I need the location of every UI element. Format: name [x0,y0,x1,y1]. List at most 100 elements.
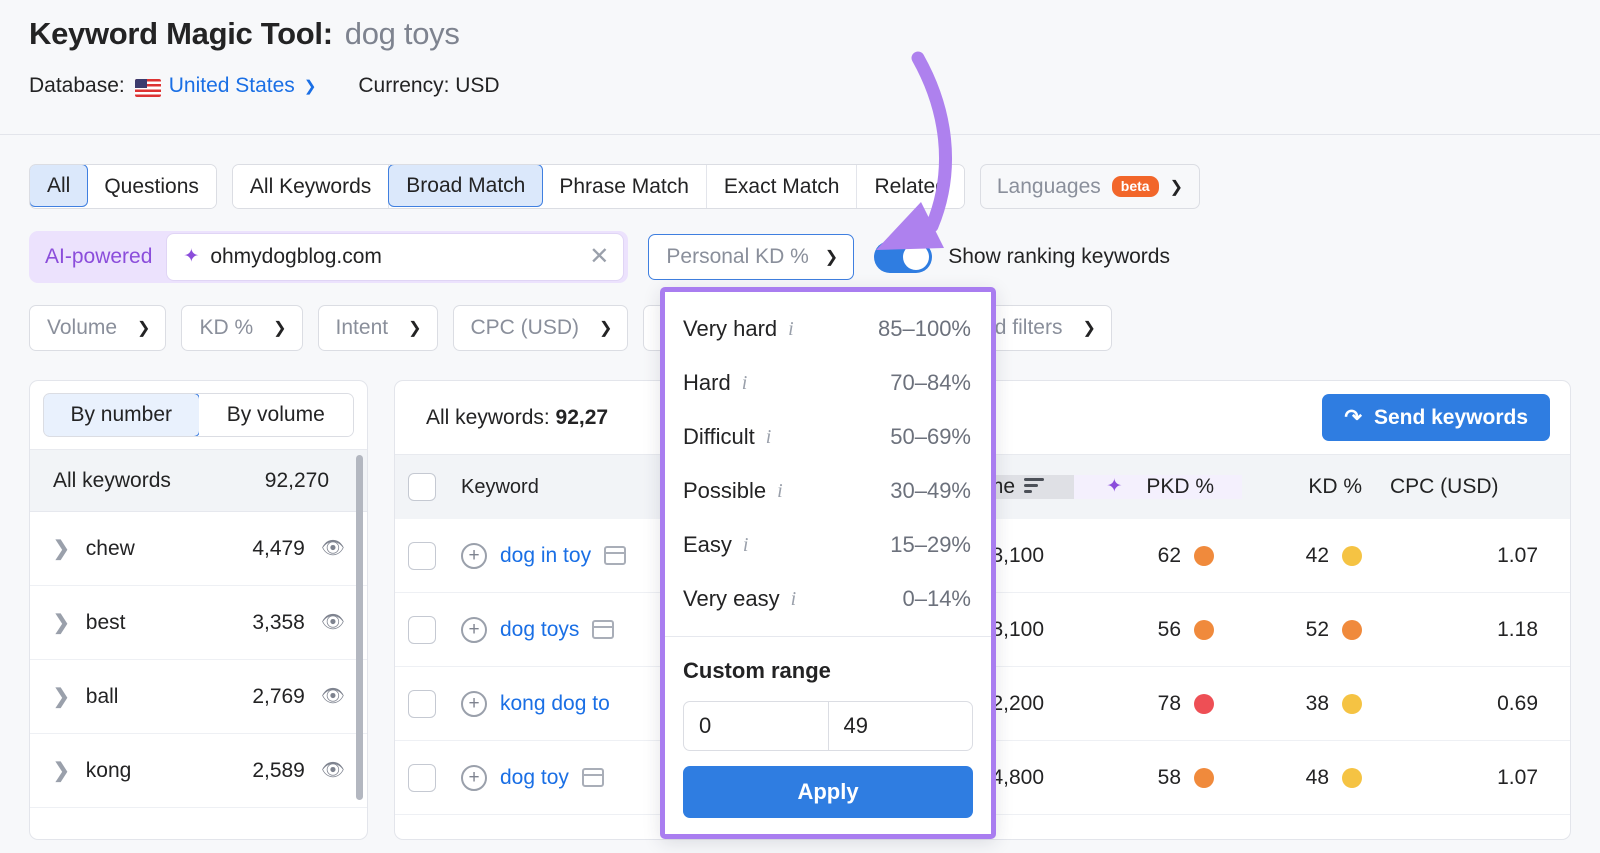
add-keyword-icon[interactable]: + [461,690,487,717]
us-flag-icon [134,79,161,97]
languages-label: Languages [996,174,1101,198]
row-checkbox-cell[interactable] [395,763,449,792]
column-header-cpc[interactable]: CPC (USD) [1390,475,1570,499]
keyword-link[interactable]: dog in toy [500,544,591,568]
info-icon[interactable]: i [743,534,749,557]
scrollbar-thumb[interactable] [356,455,363,800]
kd-level-hard[interactable]: Hard i 70–84% [665,356,991,410]
select-all-checkbox[interactable] [408,473,436,501]
share-arrow-icon: ↷ [1344,406,1362,429]
group-label: ball [85,684,119,708]
pkd-cell: 62 [1074,544,1242,568]
close-icon[interactable]: ✕ [589,245,609,269]
kd-status-dot [1342,767,1362,788]
serp-features-icon[interactable] [581,768,604,787]
database-selector[interactable]: United States [169,74,295,98]
filter-volume[interactable]: Volume ❯ [29,305,167,351]
row-checkbox[interactable] [408,541,436,570]
select-all-checkbox-cell[interactable] [395,473,449,501]
group-row-chew[interactable]: ❯ chew 4,479 👁 [30,512,367,586]
tab-broad-match[interactable]: Broad Match [388,165,544,207]
kd-level-very-easy[interactable]: Very easy i 0–14% [665,572,991,626]
info-icon[interactable]: i [777,480,783,503]
chevron-right-icon[interactable]: ❯ [53,610,70,635]
show-ranking-keywords-toggle[interactable] [874,241,933,273]
filter-cpc[interactable]: CPC (USD) ❯ [452,305,629,351]
column-header-pkd-label: PKD % [1146,475,1214,498]
add-keyword-icon[interactable]: + [461,764,487,791]
row-checkbox[interactable] [408,615,436,644]
kd-cell: 48 [1242,766,1390,790]
all-keywords-summary-value: 92,27 [555,405,609,429]
row-checkbox-cell[interactable] [395,689,449,718]
group-label: All keywords [53,468,171,492]
chevron-down-icon[interactable]: ❯ [304,77,317,95]
tab-all-keywords[interactable]: All Keywords [232,165,390,208]
kd-value: 42 [1305,543,1329,567]
info-icon[interactable]: i [766,426,772,449]
keyword-link[interactable]: kong dog to [500,692,610,716]
info-icon[interactable]: i [742,372,748,395]
filter-volume-label: Volume [47,316,118,339]
apply-button[interactable]: Apply [683,766,973,818]
group-row-all-keywords[interactable]: All keywords 92,270 [30,450,367,512]
kd-level-very-hard[interactable]: Very hard i 85–100% [665,302,991,356]
sort-segment-wrapper: By number By volume [30,381,367,450]
row-checkbox[interactable] [408,689,436,718]
kd-level-possible[interactable]: Possible i 30–49% [665,464,991,518]
row-checkbox-cell[interactable] [395,541,449,570]
row-checkbox-cell[interactable] [395,615,449,644]
segment-by-number[interactable]: By number [44,394,200,436]
info-icon[interactable]: i [788,318,794,341]
kd-level-difficult[interactable]: Difficult i 50–69% [665,410,991,464]
tab-related[interactable]: Related [857,165,964,208]
chevron-right-icon[interactable]: ❯ [53,536,70,561]
filter-intent[interactable]: Intent ❯ [317,305,438,351]
pkd-status-dot [1194,767,1214,788]
personal-kd-dropdown-button[interactable]: Personal KD % ❯ [648,234,855,280]
tab-exact-match[interactable]: Exact Match [706,165,858,208]
group-row-ball[interactable]: ❯ ball 2,769 👁 [30,660,367,734]
chevron-down-icon: ❯ [599,320,613,337]
send-keywords-button[interactable]: ↷ Send keywords [1322,394,1550,441]
kd-level-easy[interactable]: Easy i 15–29% [665,518,991,572]
custom-range-max-input[interactable]: 49 [829,702,973,750]
keyword-link[interactable]: dog toy [500,766,569,790]
group-label: best [85,610,126,634]
pkd-value: 78 [1157,691,1181,715]
tab-group-type: All Questions [29,164,217,209]
chevron-right-icon[interactable]: ❯ [53,758,70,783]
tab-all[interactable]: All [29,165,89,207]
group-count: 2,589 [252,758,305,782]
keyword-link[interactable]: dog toys [500,618,579,642]
tab-group-match: All Keywords Broad Match Phrase Match Ex… [231,164,965,209]
chevron-right-icon[interactable]: ❯ [53,684,70,709]
kd-status-dot [1342,693,1362,714]
languages-dropdown[interactable]: Languages beta ❯ [979,164,1200,209]
add-keyword-icon[interactable]: + [461,616,487,643]
ai-powered-badge: AI-powered [45,245,153,268]
segment-by-volume[interactable]: By volume [198,394,353,436]
serp-features-icon[interactable] [592,620,615,639]
group-count: 92,270 [264,468,329,492]
group-row-best[interactable]: ❯ best 3,358 👁 [30,586,367,660]
domain-input[interactable]: ✦ ohmydogblog.com ✕ [166,233,625,281]
chevron-down-icon: ❯ [137,320,151,337]
tab-phrase-match[interactable]: Phrase Match [542,165,707,208]
add-keyword-icon[interactable]: + [461,542,487,569]
kd-level-name: Very easy [683,586,780,611]
custom-range-min-input[interactable]: 0 [684,702,829,750]
match-tabs-row: All Questions All Keywords Broad Match P… [29,164,1200,209]
column-header-kd[interactable]: KD % [1242,475,1390,499]
kd-level-range: 30–49% [890,478,971,503]
sort-icon[interactable] [1024,478,1044,496]
group-row-kong[interactable]: ❯ kong 2,589 👁 [30,734,367,808]
kd-level-range: 50–69% [890,424,971,449]
row-checkbox[interactable] [408,763,436,792]
filter-kd[interactable]: KD % ❯ [181,305,303,351]
column-header-pkd[interactable]: ✦ PKD % [1074,475,1242,499]
info-icon[interactable]: i [791,588,797,611]
serp-features-icon[interactable] [604,546,627,565]
database-label: Database: [29,74,125,97]
tab-questions[interactable]: Questions [87,165,216,208]
